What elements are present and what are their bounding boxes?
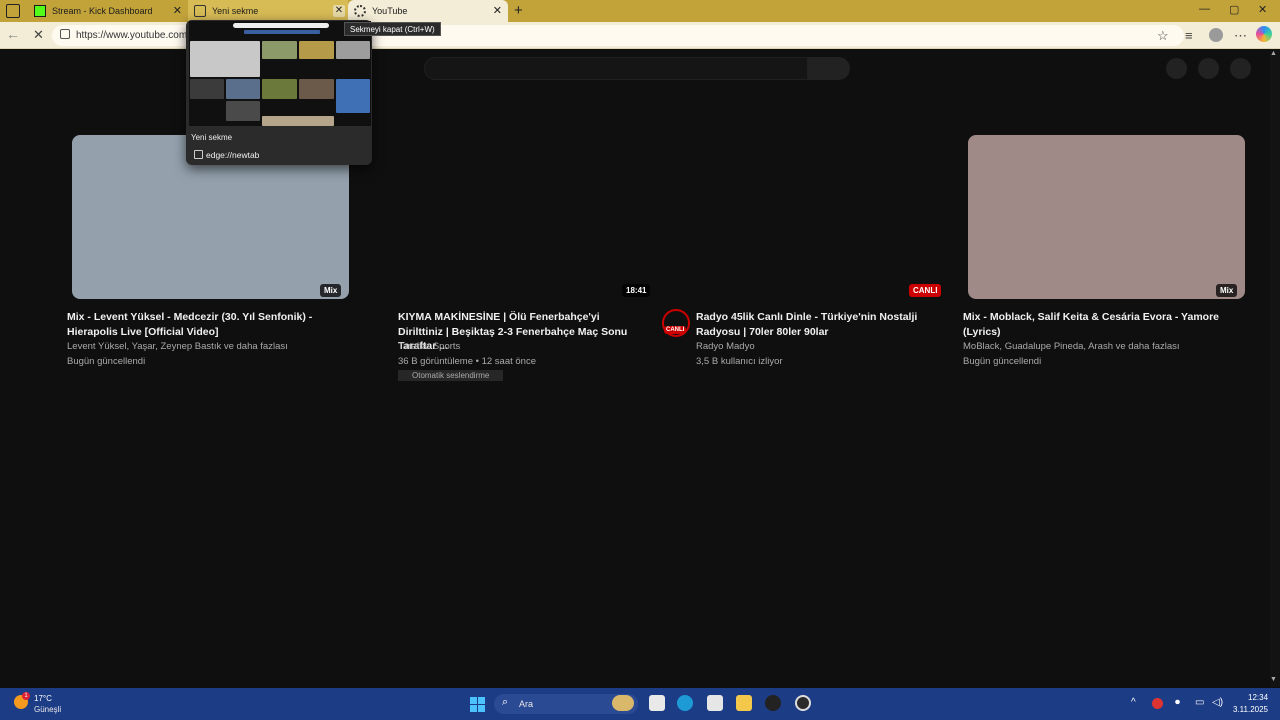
scroll-down-icon[interactable]: ▼ bbox=[1270, 676, 1277, 683]
account-avatar[interactable] bbox=[1230, 58, 1251, 79]
loading-spinner-icon bbox=[354, 5, 366, 17]
auto-dubbing-chip: Otomatik seslendirme bbox=[398, 370, 504, 381]
chrome-app-icon[interactable] bbox=[795, 695, 811, 711]
video-meta: 36 B görüntüleme • 12 saat önce bbox=[398, 356, 537, 367]
duration-badge: 18:41 bbox=[622, 284, 651, 297]
windows-start-icon[interactable] bbox=[470, 697, 485, 712]
new-tab-button[interactable]: + bbox=[514, 2, 523, 19]
favorites-list-icon[interactable]: ≡ bbox=[1185, 28, 1193, 43]
tab-close-icon[interactable]: ✕ bbox=[173, 4, 182, 18]
tab-preview-thumbnail bbox=[189, 21, 371, 126]
video-title[interactable]: Mix - Moblack, Salif Keita & Cesária Evo… bbox=[963, 310, 1228, 339]
tray-app-icon[interactable] bbox=[1152, 698, 1163, 709]
tab-label: Yeni sekme bbox=[212, 6, 259, 16]
maximize-button[interactable]: ▢ bbox=[1229, 3, 1239, 16]
edge-browser-icon[interactable] bbox=[677, 695, 693, 711]
tab-actions-icon[interactable] bbox=[6, 4, 20, 18]
tab-youtube[interactable]: YouTube ✕ bbox=[348, 0, 508, 22]
video-title[interactable]: Radyo 45lik Canlı Dinle - Türkiye'nin No… bbox=[696, 310, 926, 339]
weather-temperature[interactable]: 17°C bbox=[34, 694, 52, 703]
favorite-star-icon[interactable]: ☆ bbox=[1157, 28, 1169, 44]
video-title[interactable]: Mix - Levent Yüksel - Medcezir (30. Yıl … bbox=[67, 310, 317, 339]
store-icon[interactable] bbox=[707, 695, 723, 711]
youtube-search-input[interactable] bbox=[424, 57, 808, 80]
youtube-search-button[interactable] bbox=[808, 57, 850, 80]
avatar-live-badge: CANLI bbox=[664, 326, 687, 334]
chevron-up-icon[interactable]: ^ bbox=[1131, 697, 1136, 708]
tab-label: Stream - Kick Dashboard bbox=[52, 6, 153, 16]
file-explorer-icon[interactable] bbox=[736, 695, 752, 711]
channel-name[interactable]: MoBlack, Guadalupe Pineda, Arash ve daha… bbox=[963, 341, 1180, 352]
mix-badge: Mix bbox=[320, 284, 342, 297]
site-info-icon[interactable] bbox=[60, 29, 70, 39]
channel-name[interactable]: Taraftar Sports bbox=[398, 341, 460, 352]
taskbar bbox=[0, 688, 1280, 720]
clock-time[interactable]: 12:34 bbox=[1248, 693, 1268, 702]
more-menu-icon[interactable]: ⋯ bbox=[1234, 28, 1247, 44]
video-meta: Bugün güncellendi bbox=[963, 356, 1042, 367]
microphone-icon[interactable]: ⏺ bbox=[1175, 697, 1180, 708]
notifications-icon[interactable] bbox=[1198, 58, 1219, 79]
volume-icon[interactable]: ◁) bbox=[1212, 697, 1223, 708]
taskbar-search-label: Ara bbox=[519, 699, 534, 709]
search-highlight-icon bbox=[612, 695, 634, 711]
minimize-button[interactable]: — bbox=[1199, 3, 1210, 15]
channel-name[interactable]: Radyo Madyo bbox=[696, 341, 755, 352]
video-thumbnail[interactable] bbox=[398, 135, 675, 299]
preview-url: edge://newtab bbox=[206, 150, 260, 160]
tab-close-icon[interactable]: ✕ bbox=[333, 5, 345, 17]
network-icon[interactable]: ▭ bbox=[1195, 697, 1204, 708]
close-tab-tooltip: Sekmeyi kapat (Ctrl+W) bbox=[344, 22, 441, 36]
page-icon bbox=[194, 150, 203, 159]
obs-icon[interactable] bbox=[765, 695, 781, 711]
video-meta: 3,5 B kullanıcı izliyor bbox=[696, 356, 783, 367]
back-arrow-icon[interactable]: ← bbox=[6, 26, 20, 42]
url-text[interactable]: https://www.youtube.com bbox=[76, 30, 187, 41]
scroll-up-icon[interactable]: ▲ bbox=[1270, 50, 1277, 57]
close-window-button[interactable]: ✕ bbox=[1258, 3, 1267, 16]
kick-favicon-icon bbox=[34, 5, 46, 17]
video-meta: Bugün güncellendi bbox=[67, 356, 146, 367]
tab-label: YouTube bbox=[372, 6, 408, 16]
search-icon: ⌕ bbox=[502, 696, 509, 708]
tab-new-tab[interactable]: Yeni sekme bbox=[188, 0, 348, 22]
task-view-icon[interactable] bbox=[649, 695, 665, 711]
page-favicon-icon bbox=[194, 5, 206, 17]
channel-name[interactable]: Levent Yüksel, Yaşar, Zeynep Bastık ve d… bbox=[67, 341, 288, 352]
weather-badge: 1 bbox=[22, 692, 30, 700]
stop-loading-icon[interactable]: ✕ bbox=[33, 27, 44, 43]
scrollbar[interactable] bbox=[1270, 49, 1280, 687]
tab-kick-dashboard[interactable]: Stream - Kick Dashboard ✕ bbox=[28, 0, 188, 22]
preview-title: Yeni sekme bbox=[191, 133, 233, 142]
profile-avatar-icon[interactable] bbox=[1209, 28, 1223, 42]
video-thumbnail[interactable] bbox=[668, 135, 945, 299]
weather-description[interactable]: Güneşli bbox=[34, 705, 61, 714]
copilot-icon[interactable] bbox=[1256, 26, 1272, 42]
mix-badge: Mix bbox=[1216, 284, 1238, 297]
live-badge: CANLI bbox=[909, 284, 942, 297]
video-thumbnail[interactable] bbox=[968, 135, 1245, 299]
tab-close-icon[interactable]: ✕ bbox=[493, 4, 502, 18]
create-icon[interactable] bbox=[1166, 58, 1187, 79]
clock-date[interactable]: 3.11.2025 bbox=[1233, 705, 1268, 714]
